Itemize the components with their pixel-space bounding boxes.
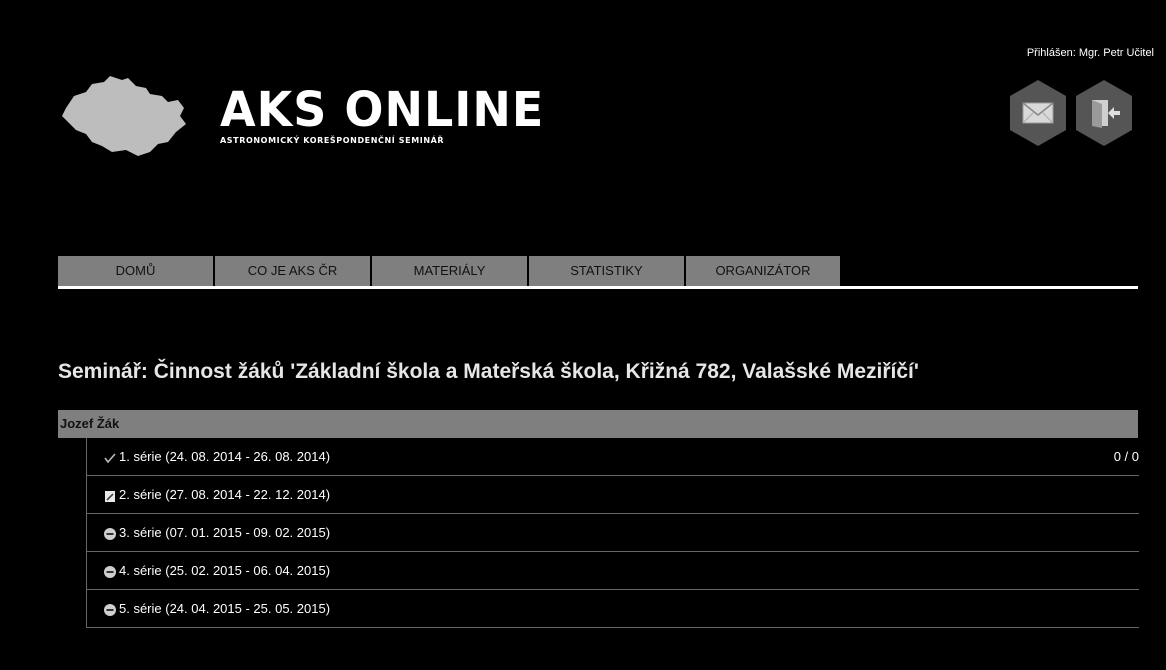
series-row-2[interactable]: 2. série (27. 08. 2014 - 22. 12. 2014) [87,476,1139,514]
nav-divider [58,286,1138,289]
nav-item-materials[interactable]: MATERIÁLY [372,256,529,286]
nav-item-organizer[interactable]: ORGANIZÁTOR [686,256,842,286]
site-logo[interactable]: AKS ONLINE ASTRONOMICKÝ KOREŠPONDENČNÍ S… [220,85,544,145]
page: AKS ONLINE ASTRONOMICKÝ KOREŠPONDENČNÍ S… [0,0,1166,670]
series-label: 5. série (24. 04. 2015 - 25. 05. 2015) [119,601,331,616]
nav-item-home[interactable]: DOMŮ [58,256,215,286]
minus-circle-icon [104,527,116,540]
logout-button[interactable] [1074,80,1134,146]
series-row-1[interactable]: 1. série (24. 08. 2014 - 26. 08. 2014) 0… [87,438,1139,476]
minus-circle-icon [104,565,116,578]
series-label: 3. série (07. 01. 2015 - 09. 02. 2015) [119,525,331,540]
messages-button[interactable] [1008,80,1068,146]
checkmark-icon [104,453,116,463]
series-list: 1. série (24. 08. 2014 - 26. 08. 2014) 0… [86,438,1139,628]
series-row-4[interactable]: 4. série (25. 02. 2015 - 06. 04. 2015) [87,552,1139,590]
series-label: 4. série (25. 02. 2015 - 06. 04. 2015) [119,563,331,578]
nav-item-about[interactable]: CO JE AKS ČR [215,256,372,286]
page-title: Seminář: Činnost žáků 'Základní škola a … [58,360,919,383]
nav-item-statistics[interactable]: STATISTIKY [529,256,686,286]
logo-title: AKS ONLINE [220,80,545,138]
mail-icon [1022,102,1054,124]
main-nav: DOMŮ CO JE AKS ČR MATERIÁLY STATISTIKY O… [58,256,842,286]
series-row-5[interactable]: 5. série (24. 04. 2015 - 25. 05. 2015) [87,590,1139,628]
series-row-3[interactable]: 3. série (07. 01. 2015 - 09. 02. 2015) [87,514,1139,552]
series-label: 1. série (24. 08. 2014 - 26. 08. 2014) [119,449,331,464]
series-label: 2. série (27. 08. 2014 - 22. 12. 2014) [119,487,331,502]
czech-map-logo [62,76,186,156]
minus-circle-icon [104,603,116,616]
logged-in-user: Přihlášen: Mgr. Petr Učitel [1026,47,1154,59]
student-name[interactable]: Jozef Žák [58,410,1138,438]
series-score: 0 / 0 [1113,449,1139,464]
edit-icon [105,490,115,502]
